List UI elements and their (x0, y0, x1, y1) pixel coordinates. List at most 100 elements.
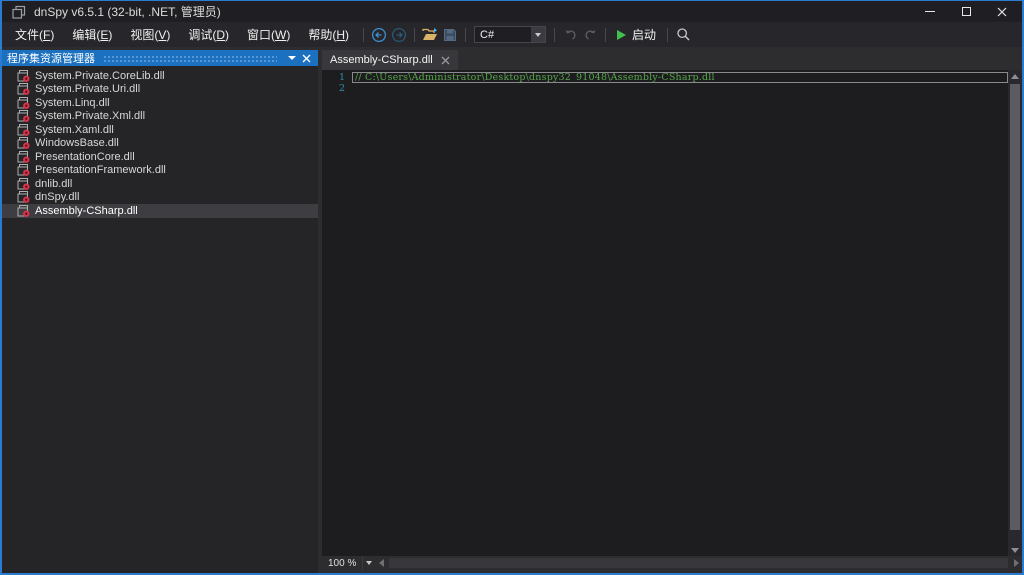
tree-item-assembly[interactable]: System.Private.Uri.dll (2, 83, 318, 97)
scroll-up-button[interactable] (1011, 70, 1019, 82)
tab-close-icon[interactable] (441, 56, 450, 65)
maximize-button[interactable] (960, 6, 972, 18)
assembly-module-icon (17, 97, 30, 109)
scroll-down-button[interactable] (1011, 544, 1019, 556)
tab-assembly-csharp[interactable]: Assembly-CSharp.dll (322, 50, 458, 70)
chevron-down-icon (535, 33, 541, 37)
toolbar-separator (363, 28, 364, 42)
toolbar-separator (465, 28, 466, 42)
panel-close-button[interactable] (299, 51, 313, 65)
search-icon (676, 27, 691, 42)
play-icon (617, 30, 626, 40)
menu-edit[interactable]: 编辑(E) (63, 22, 121, 47)
assembly-module-icon (17, 205, 30, 217)
triangle-down-icon (1011, 548, 1019, 553)
tree-item-assembly[interactable]: WindowsBase.dll (2, 137, 318, 151)
language-combobox-dropdown[interactable] (531, 27, 545, 42)
toolbar-separator (605, 28, 606, 42)
triangle-up-icon (1011, 74, 1019, 79)
assembly-explorer-header[interactable]: 程序集资源管理器 (2, 50, 318, 66)
scroll-right-button[interactable] (1010, 559, 1022, 567)
tab-label: Assembly-CSharp.dll (330, 54, 433, 66)
vertical-scrollbar-track[interactable] (1008, 82, 1022, 544)
assembly-module-icon (17, 164, 30, 176)
title-bar: dnSpy v6.5.1 (32-bit, .NET, 管理员) (2, 1, 1022, 22)
horizontal-scrollbar-track[interactable] (387, 556, 1010, 570)
tree-item-assembly[interactable]: System.Xaml.dll (2, 123, 318, 137)
assembly-module-icon (17, 151, 30, 163)
panel-position-button[interactable] (285, 51, 299, 65)
triangle-right-icon (1014, 559, 1019, 567)
assembly-tree[interactable]: System.Private.CoreLib.dll System.Privat… (2, 66, 318, 573)
tree-item-assembly-selected[interactable]: Assembly-CSharp.dll (2, 204, 318, 218)
assembly-module-icon (17, 110, 30, 122)
minimize-button[interactable] (924, 6, 936, 18)
open-file-button[interactable] (420, 25, 440, 45)
toolbar-separator (667, 28, 668, 42)
start-debug-label: 启动 (632, 26, 656, 43)
menu-help[interactable]: 帮助(H) (299, 22, 358, 47)
toolbar-separator (554, 28, 555, 42)
menu-file[interactable]: 文件(F) (6, 22, 63, 47)
editor-bottom-bar: 100 % (322, 556, 1022, 570)
zoom-dropdown-button[interactable] (362, 556, 375, 570)
main-area: 程序集资源管理器 System.Private.CoreLib.dll Syst… (2, 47, 1022, 573)
close-button[interactable] (996, 6, 1008, 18)
search-assemblies-button[interactable] (673, 25, 693, 45)
tree-item-assembly[interactable]: System.Private.CoreLib.dll (2, 69, 318, 83)
undo-button[interactable] (560, 25, 580, 45)
assembly-module-icon (17, 137, 30, 149)
horizontal-scrollbar[interactable] (375, 556, 1022, 570)
menu-view[interactable]: 视图(V) (121, 22, 179, 47)
menu-window[interactable]: 窗口(W) (238, 22, 299, 47)
code-editor[interactable]: 1 2 // C:\Users\Administrator\Desktop\dn… (322, 70, 1022, 556)
zoom-level: 100 % (322, 558, 362, 569)
tree-item-assembly[interactable]: PresentationCore.dll (2, 150, 318, 164)
line-number: 1 (322, 72, 345, 83)
vertical-scrollbar-thumb[interactable] (1010, 84, 1020, 530)
vertical-scrollbar[interactable] (1008, 70, 1022, 556)
assembly-module-icon (17, 70, 30, 82)
minimize-icon (925, 11, 935, 12)
save-all-button[interactable] (440, 25, 460, 45)
start-debug-button[interactable]: 启动 (611, 25, 662, 45)
horizontal-scrollbar-thumb[interactable] (389, 558, 1008, 568)
tree-item-assembly[interactable]: dnSpy.dll (2, 191, 318, 205)
tree-item-assembly[interactable]: PresentationFramework.dll (2, 164, 318, 178)
close-icon (302, 54, 311, 63)
triangle-left-icon (379, 559, 384, 567)
chevron-down-icon (288, 56, 296, 60)
language-combobox[interactable]: C# (474, 26, 546, 43)
assembly-explorer-panel: 程序集资源管理器 System.Private.CoreLib.dll Syst… (2, 50, 318, 573)
editor-pane: Assembly-CSharp.dll 1 2 // C:\Users\Admi… (322, 50, 1022, 573)
tab-strip: Assembly-CSharp.dll (322, 50, 1022, 70)
assembly-module-icon (17, 178, 30, 190)
menu-debug[interactable]: 调试(D) (179, 22, 238, 47)
window-title: dnSpy v6.5.1 (32-bit, .NET, 管理员) (34, 3, 221, 20)
toolbar-separator (414, 28, 415, 42)
nav-forward-button[interactable] (389, 25, 409, 45)
nav-back-icon (371, 27, 387, 43)
assembly-explorer-title: 程序集资源管理器 (7, 50, 95, 66)
assembly-module-icon (17, 83, 30, 95)
app-window-icon (12, 5, 26, 19)
chevron-down-icon (366, 561, 372, 565)
assembly-module-icon (17, 124, 30, 136)
tree-item-assembly[interactable]: System.Linq.dll (2, 96, 318, 110)
scroll-left-button[interactable] (375, 559, 387, 567)
redo-icon (583, 28, 598, 42)
tree-item-assembly[interactable]: System.Private.Xml.dll (2, 110, 318, 124)
undo-icon (563, 28, 578, 42)
tree-item-assembly[interactable]: dnlib.dll (2, 177, 318, 191)
panel-grip (103, 55, 277, 63)
dnspy-window: dnSpy v6.5.1 (32-bit, .NET, 管理员) 文件(F) 编… (0, 0, 1024, 575)
menu-toolbar: 文件(F) 编辑(E) 视图(V) 调试(D) 窗口(W) 帮助(H) (2, 22, 1022, 47)
open-folder-icon (422, 27, 439, 42)
line-number-gutter: 1 2 (322, 70, 352, 556)
code-content: // C:\Users\Administrator\Desktop\dnspy3… (352, 70, 1008, 556)
redo-button[interactable] (580, 25, 600, 45)
nav-back-button[interactable] (369, 25, 389, 45)
assembly-module-icon (17, 191, 30, 203)
maximize-icon (962, 7, 971, 16)
current-line-highlight: // C:\Users\Administrator\Desktop\dnspy3… (352, 72, 1008, 83)
